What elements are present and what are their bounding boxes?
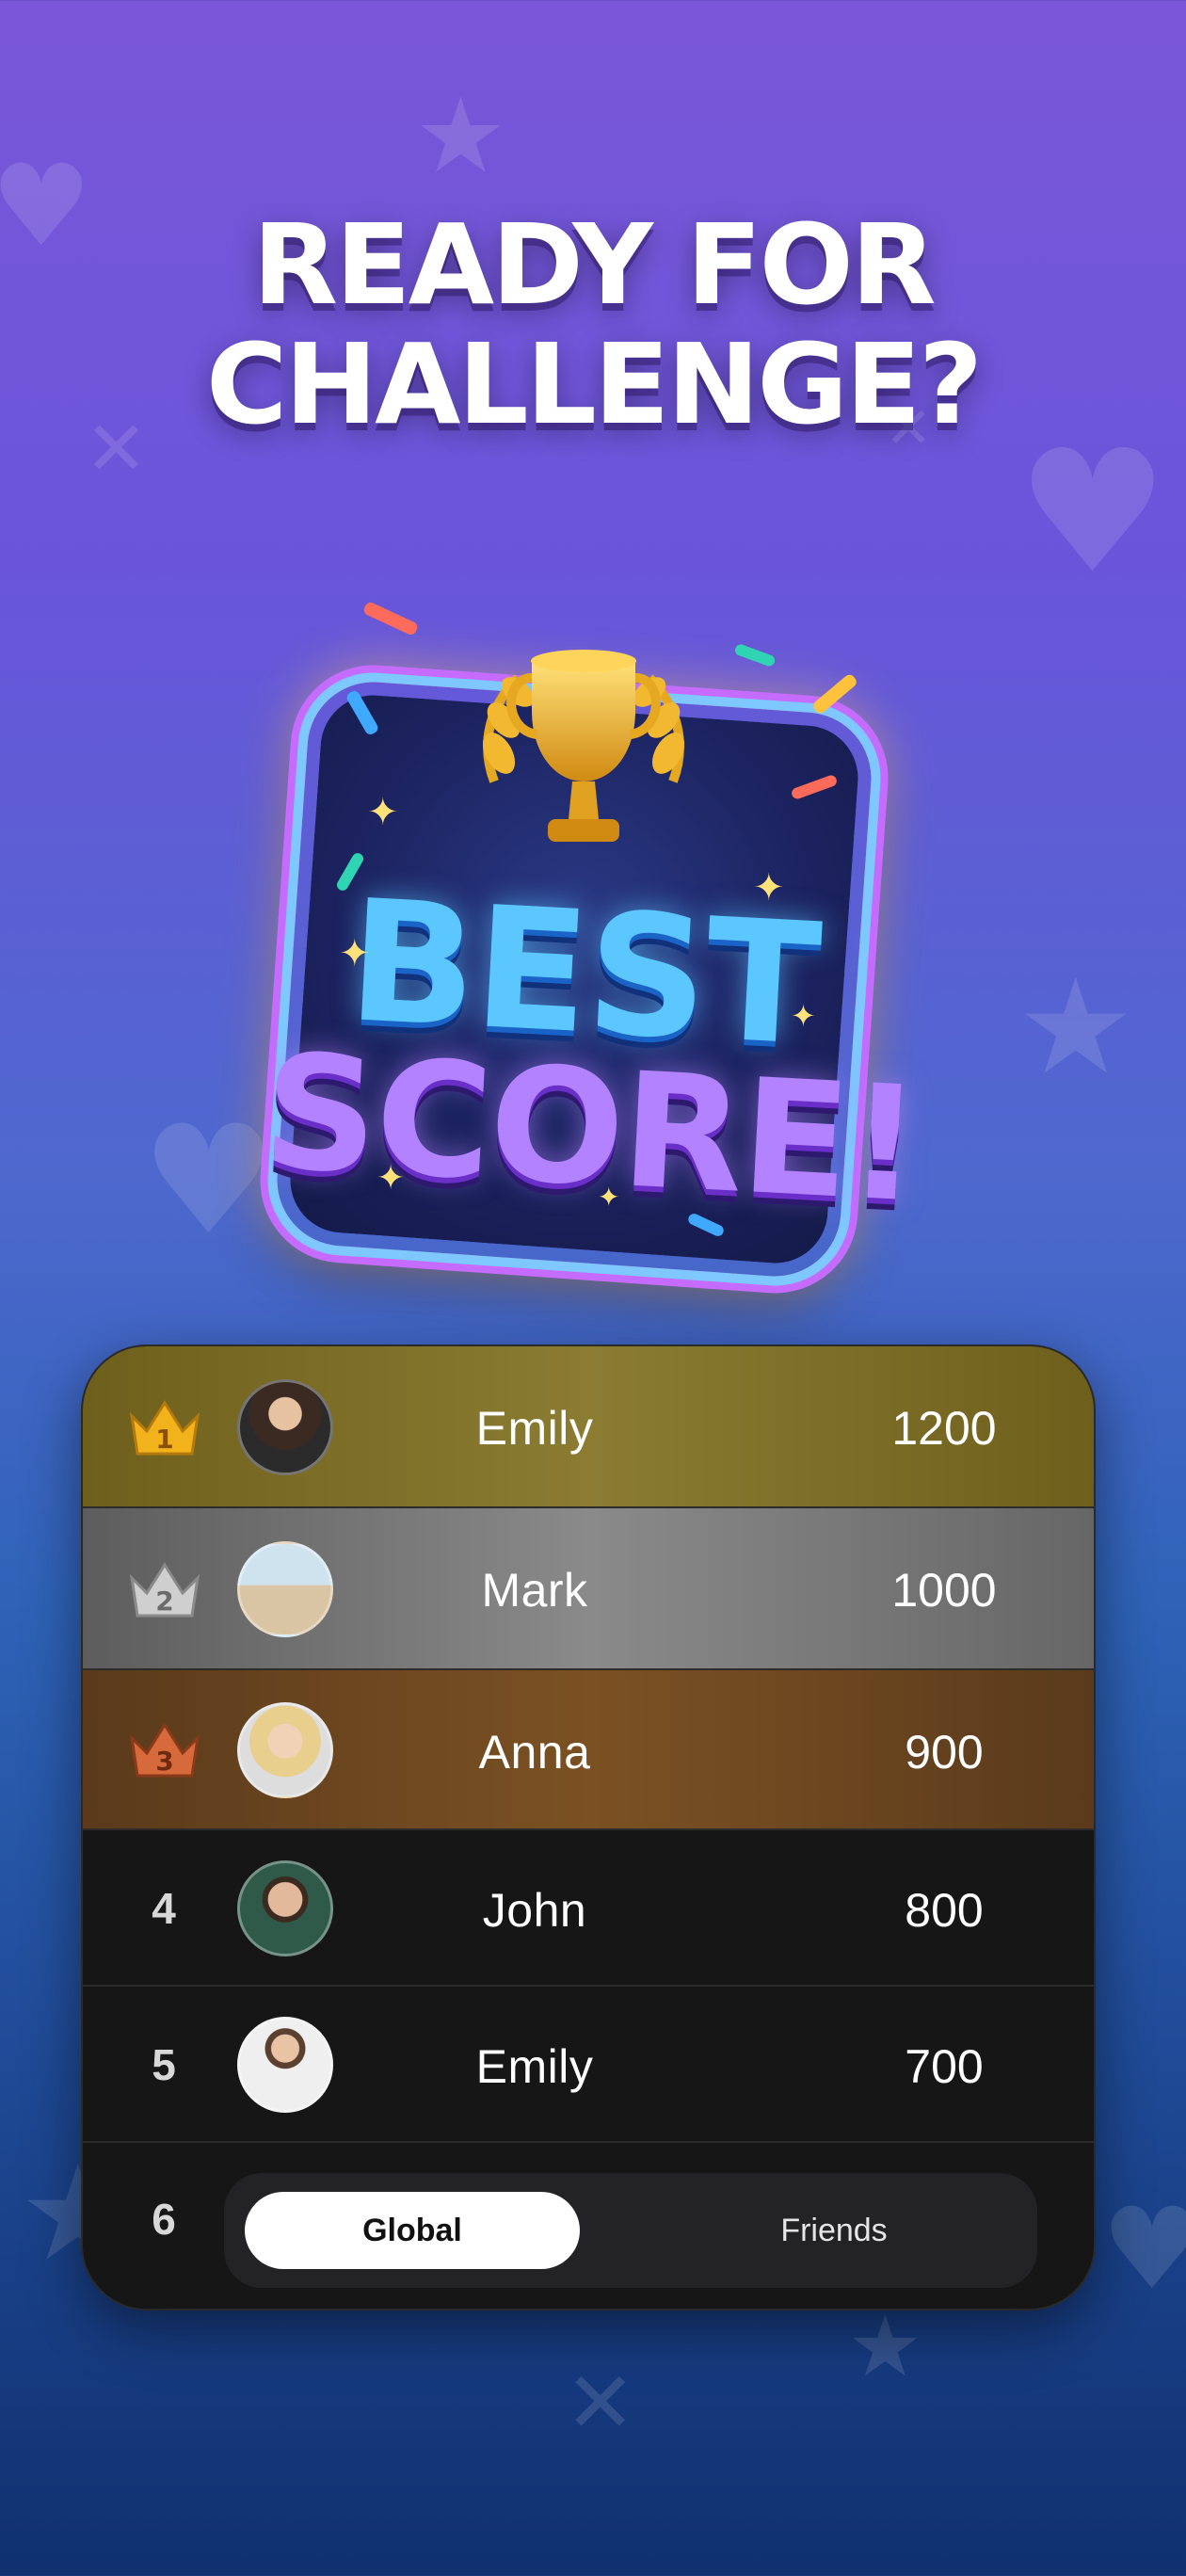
background-star-icon: ★ [414, 75, 507, 196]
player-score: 700 [905, 2040, 984, 2093]
player-score: 900 [905, 1726, 984, 1779]
svg-text:1: 1 [155, 1424, 173, 1455]
leaderboard-row-1[interactable]: 1 Emily 1200 [83, 1346, 1094, 1508]
bronze-crown-icon: 3 [129, 1722, 200, 1778]
background-heart-icon: ♥ [141, 1092, 277, 1268]
player-name: Emily [475, 2040, 594, 2093]
sparkle-icon: ✦ [598, 1183, 620, 1212]
leaderboard: 1 Emily 1200 2 Mark 1000 3 Anna 900 4 Jo… [81, 1344, 1096, 2310]
friends-tab-button[interactable]: Friends [666, 2192, 1002, 2269]
rank-number: 4 [152, 1884, 176, 1933]
headline-line-2: CHALLENGE? [205, 319, 983, 450]
background-cross-icon: ✕ [565, 2354, 636, 2453]
svg-text:2: 2 [155, 1586, 173, 1617]
avatar [237, 1379, 333, 1475]
player-score: 1000 [891, 1564, 997, 1617]
sparkle-icon: ✦ [367, 792, 399, 833]
global-tab-button[interactable]: Global [245, 2192, 580, 2269]
confetti-piece [810, 672, 859, 716]
leaderboard-row-3[interactable]: 3 Anna 900 [83, 1670, 1094, 1830]
sparkle-icon: ✦ [791, 999, 816, 1033]
headline-line-1: READY FOR [252, 200, 936, 330]
avatar [237, 2017, 333, 2113]
silver-crown-icon: 2 [129, 1562, 200, 1618]
sparkle-icon: ✦ [753, 867, 785, 909]
confetti-piece [361, 600, 420, 637]
player-name: Anna [478, 1726, 591, 1779]
player-score: 800 [905, 1884, 984, 1937]
avatar [237, 1702, 333, 1798]
background-star-icon: ★ [1017, 951, 1135, 1104]
confetti-piece [733, 642, 777, 668]
headline: READY FOR CHALLENGE? [0, 200, 1186, 450]
player-name: Mark [481, 1564, 588, 1617]
avatar [237, 1541, 333, 1637]
background-heart-icon: ♥ [1101, 2184, 1186, 2315]
leaderboard-row-4[interactable]: 4 John 800 [83, 1830, 1094, 1987]
sparkle-icon: ✦ [339, 933, 371, 974]
player-name: Emily [475, 1402, 594, 1455]
scope-toggle: Global Friends [224, 2173, 1037, 2288]
gold-crown-icon: 1 [129, 1400, 200, 1456]
player-score: 1200 [891, 1402, 997, 1455]
sparkle-icon: ✦ [377, 1158, 406, 1197]
background-star-icon: ★ [847, 2297, 923, 2396]
player-name: John [482, 1884, 587, 1937]
leaderboard-row-5[interactable]: 5 Emily 700 [83, 1987, 1094, 2143]
rank-number: 6 [152, 2195, 176, 2244]
trophy-icon [482, 650, 685, 842]
svg-text:3: 3 [155, 1746, 173, 1777]
badge-title-line-2: SCORE! [259, 1019, 923, 1238]
rank-number: 5 [152, 2040, 176, 2089]
best-score-badge: BEST SCORE! ✦ ✦ ✦ ✦ ✦ ✦ [259, 593, 923, 1290]
leaderboard-row-2[interactable]: 2 Mark 1000 [83, 1508, 1094, 1670]
avatar [237, 1860, 333, 1956]
